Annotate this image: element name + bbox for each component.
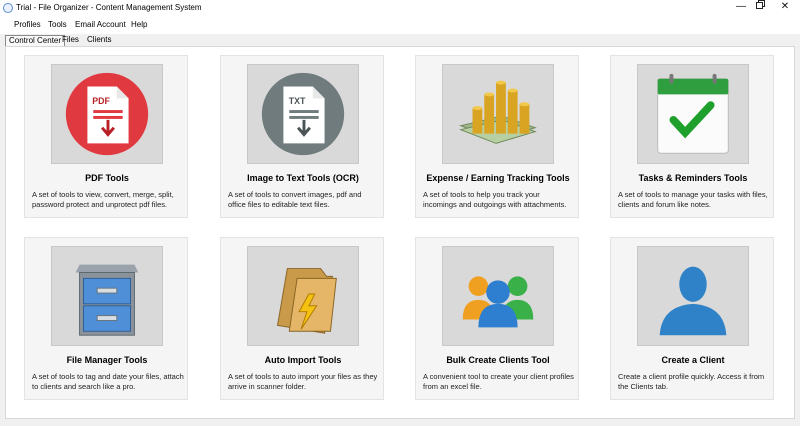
card-description: Create a client profile quickly. Access … [618,372,765,391]
cabinet-icon [75,264,139,336]
title-bar: Trial - File Organizer - Content Managem… [0,0,800,16]
card-description: A set of tools to help you track your in… [423,190,567,209]
user-group-icon [462,276,534,328]
user-icon [659,266,727,336]
card-title: PDF Tools [85,173,129,183]
create-client-image [637,246,749,346]
card-title: Bulk Create Clients Tool [446,355,550,365]
card-description: A convenient tool to create your client … [423,372,574,391]
tasks-reminders-image [637,64,749,164]
card-title: Tasks & Reminders Tools [638,173,748,183]
pdf-tools-card[interactable]: PDF PDF Tools A set of tools to view, co… [24,55,188,218]
file-manager-card[interactable]: File Manager Tools A set of tools to tag… [24,237,188,400]
card-description: A set of tools to convert images, pdf an… [228,190,362,209]
app-icon [3,3,13,13]
folder-lightning-icon [276,268,337,334]
menu-profiles[interactable]: Profiles [14,20,41,29]
pdf-file-icon: PDF [65,72,149,156]
svg-text:TXT: TXT [289,96,306,106]
expense-tracking-image [442,64,554,164]
card-description: A set of tools to auto import your files… [228,372,378,391]
card-description: A set of tools to tag and date your file… [32,372,184,391]
money-coins-icon [459,80,537,144]
txt-file-icon: TXT [261,72,345,156]
tab-control-center[interactable]: Control Center [5,35,66,46]
bulk-create-clients-card[interactable]: Bulk Create Clients Tool A convenient to… [415,237,579,400]
create-client-card[interactable]: Create a Client Create a client profile … [610,237,774,400]
tab-clients[interactable]: Clients [84,35,114,46]
window-title: Trial - File Organizer - Content Managem… [16,3,202,12]
menu-tools[interactable]: Tools [48,20,67,29]
svg-text:PDF: PDF [92,96,110,106]
bulk-create-clients-image [442,246,554,346]
card-title: Create a Client [661,355,725,365]
close-button[interactable]: ✕ [770,0,800,16]
card-title: File Manager Tools [66,355,148,365]
menu-email-account[interactable]: Email Account [75,20,126,29]
expense-tracking-card[interactable]: Expense / Earning Tracking Tools A set o… [415,55,579,218]
pdf-tools-image: PDF [51,64,163,164]
calendar-check-icon [657,73,729,154]
card-description: A set of tools to manage your tasks with… [618,190,768,209]
menu-bar: Profiles Tools Email Account Help [0,16,800,34]
auto-import-image [247,246,359,346]
tasks-reminders-card[interactable]: Tasks & Reminders Tools A set of tools t… [610,55,774,218]
card-title: Image to Text Tools (OCR) [247,173,359,183]
ocr-tools-image: TXT [247,64,359,164]
auto-import-card[interactable]: Auto Import Tools A set of tools to auto… [220,237,384,400]
card-title: Expense / Earning Tracking Tools [426,173,570,183]
menu-help[interactable]: Help [131,20,147,29]
restore-icon [755,2,763,9]
tab-bar: Control Center Files Clients [0,34,800,46]
card-description: A set of tools to view, convert, merge, … [32,190,174,209]
control-center-panel: PDF PDF Tools A set of tools to view, co… [5,46,795,419]
file-manager-image [51,246,163,346]
card-title: Auto Import Tools [264,355,342,365]
ocr-tools-card[interactable]: TXT Image to Text Tools (OCR) A set of t… [220,55,384,218]
tab-files[interactable]: Files [59,35,82,46]
